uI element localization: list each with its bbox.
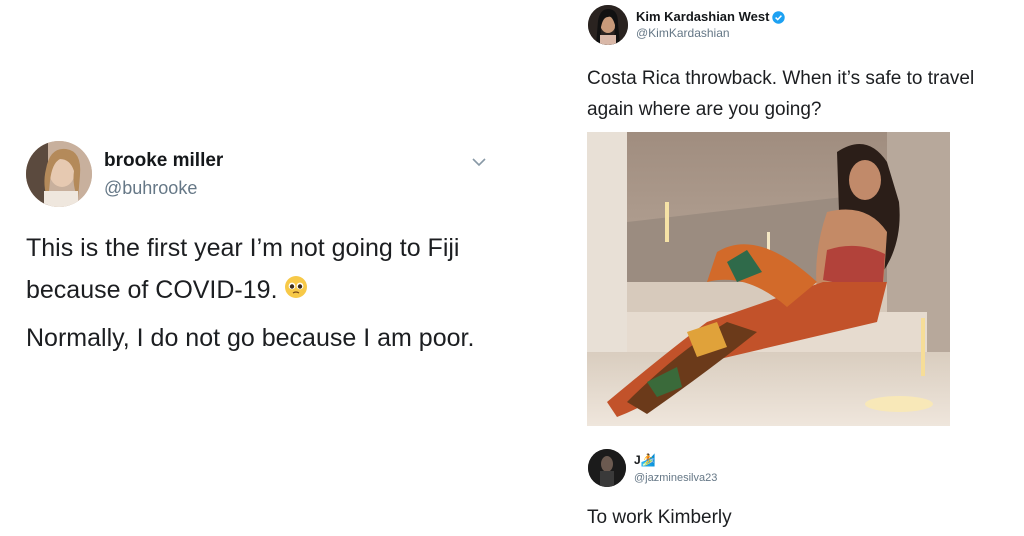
tweet-text-1: This is the first year I’m not going to …: [26, 227, 496, 312]
kim-tweet-text: Costa Rica throwback. When it’s safe to …: [587, 68, 975, 120]
reply-author-name[interactable]: J🏄: [634, 453, 656, 467]
reply-author-handle[interactable]: @jazminesilva23: [634, 472, 717, 484]
brooke-name[interactable]: brooke miller: [104, 150, 223, 172]
tweet-text-1-content: This is the first year I’m not going to …: [26, 234, 460, 304]
verified-badge-icon: [772, 11, 786, 27]
kim-avatar[interactable]: [588, 5, 628, 45]
reply-avatar[interactable]: [588, 449, 626, 487]
tweet-photo[interactable]: [587, 132, 950, 426]
left-tweet-card: brooke miller @buhrooke This is the firs…: [0, 0, 512, 536]
right-tweet-card: Kim Kardashian West @KimKardashian Costa…: [512, 0, 1024, 536]
kim-name[interactable]: Kim Kardashian West: [636, 9, 786, 27]
brooke-avatar[interactable]: [26, 141, 92, 207]
tweet-text-2: Normally, I do not go because I am poor.: [26, 324, 475, 352]
kim-handle[interactable]: @KimKardashian: [636, 26, 730, 40]
pleading-face-emoji-icon: [284, 270, 308, 312]
brooke-handle[interactable]: @buhrooke: [104, 178, 197, 199]
reply-text: To work Kimberly: [587, 507, 732, 528]
chevron-down-icon[interactable]: [470, 153, 488, 171]
kim-name-text: Kim Kardashian West: [636, 9, 770, 24]
